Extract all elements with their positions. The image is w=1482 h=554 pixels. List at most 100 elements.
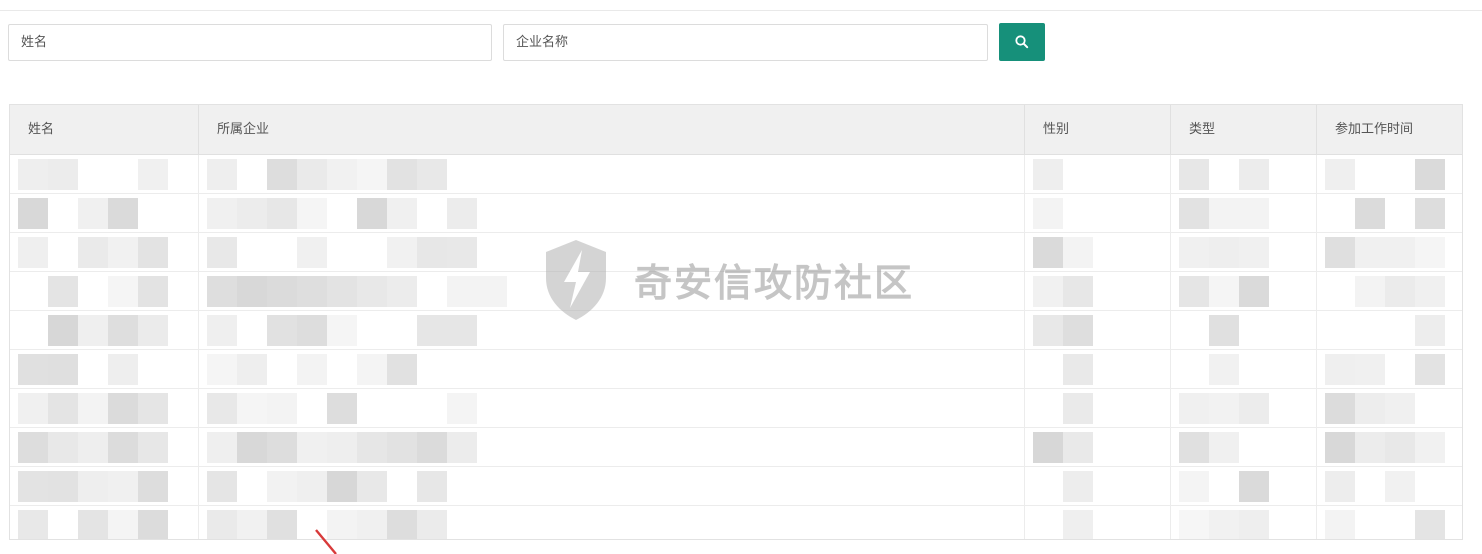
name-input[interactable] bbox=[8, 24, 492, 61]
redaction-block bbox=[1239, 471, 1269, 502]
redaction-block bbox=[108, 315, 138, 346]
redaction-block bbox=[387, 159, 417, 190]
table-cell-redacted bbox=[1171, 272, 1317, 311]
redaction-block bbox=[1033, 276, 1063, 307]
table-row[interactable] bbox=[10, 311, 1462, 350]
redaction-block bbox=[78, 471, 108, 502]
redaction-block bbox=[297, 276, 327, 307]
table-cell-redacted bbox=[199, 272, 1025, 311]
column-header-type[interactable]: 类型 bbox=[1171, 105, 1317, 155]
redaction-block bbox=[48, 471, 78, 502]
table-cell-redacted bbox=[1171, 428, 1317, 467]
table-row[interactable] bbox=[10, 155, 1462, 194]
table-cell-redacted bbox=[1171, 506, 1317, 539]
table-cell-redacted bbox=[1317, 155, 1462, 194]
company-name-input[interactable] bbox=[503, 24, 988, 61]
table-cell-redacted bbox=[1317, 467, 1462, 506]
table-cell-redacted bbox=[199, 155, 1025, 194]
redaction-block bbox=[78, 510, 108, 539]
redaction-block bbox=[297, 315, 327, 346]
table-row[interactable] bbox=[10, 428, 1462, 467]
table-cell-redacted bbox=[1171, 350, 1317, 389]
redaction-block bbox=[1033, 432, 1063, 463]
redaction-block bbox=[267, 393, 297, 424]
table-row[interactable] bbox=[10, 233, 1462, 272]
table-cell-redacted bbox=[199, 428, 1025, 467]
redaction-block bbox=[138, 393, 168, 424]
table-row[interactable] bbox=[10, 467, 1462, 506]
redaction-block bbox=[207, 393, 237, 424]
table-cell-redacted bbox=[1171, 311, 1317, 350]
table-cell-redacted bbox=[1025, 194, 1171, 233]
redaction-block bbox=[447, 393, 477, 424]
table-row[interactable] bbox=[10, 506, 1462, 539]
redaction-block bbox=[18, 471, 48, 502]
redaction-block bbox=[1033, 159, 1063, 190]
table-row[interactable] bbox=[10, 272, 1462, 311]
redaction-block bbox=[387, 510, 417, 539]
redaction-block bbox=[48, 354, 78, 385]
table-cell-redacted bbox=[1317, 506, 1462, 539]
column-header-work-start-date[interactable]: 参加工作时间 bbox=[1317, 105, 1462, 155]
redaction-block bbox=[1415, 510, 1445, 539]
redaction-block bbox=[1209, 393, 1239, 424]
redaction-block bbox=[108, 276, 138, 307]
redaction-block bbox=[207, 276, 237, 307]
column-header-name[interactable]: 姓名 bbox=[10, 105, 199, 155]
redaction-block bbox=[477, 276, 507, 307]
table-cell-redacted bbox=[199, 311, 1025, 350]
redaction-block bbox=[1063, 276, 1093, 307]
search-button[interactable] bbox=[999, 23, 1045, 61]
redaction-block bbox=[1415, 315, 1445, 346]
redaction-block bbox=[207, 237, 237, 268]
redaction-block bbox=[447, 315, 477, 346]
redaction-block bbox=[1179, 198, 1209, 229]
redaction-block bbox=[1239, 510, 1269, 539]
table-cell-redacted bbox=[10, 467, 199, 506]
redaction-block bbox=[138, 159, 168, 190]
table-cell-redacted bbox=[1317, 350, 1462, 389]
redaction-block bbox=[18, 354, 48, 385]
table-cell-redacted bbox=[10, 311, 199, 350]
redaction-block bbox=[207, 432, 237, 463]
redaction-block bbox=[207, 354, 237, 385]
redaction-block bbox=[417, 237, 447, 268]
redaction-block bbox=[1209, 237, 1239, 268]
redaction-block bbox=[1179, 432, 1209, 463]
redaction-block bbox=[207, 471, 237, 502]
redaction-block bbox=[327, 315, 357, 346]
redaction-block bbox=[48, 393, 78, 424]
table-cell-redacted bbox=[1025, 272, 1171, 311]
redaction-block bbox=[447, 237, 477, 268]
redaction-block bbox=[327, 471, 357, 502]
redaction-block bbox=[18, 237, 48, 268]
redaction-block bbox=[1325, 432, 1355, 463]
redaction-block bbox=[1325, 159, 1355, 190]
redaction-block bbox=[1385, 276, 1415, 307]
redaction-block bbox=[357, 432, 387, 463]
redaction-block bbox=[1325, 471, 1355, 502]
redaction-block bbox=[207, 159, 237, 190]
table-cell-redacted bbox=[1171, 389, 1317, 428]
redaction-block bbox=[1063, 432, 1093, 463]
redaction-block bbox=[108, 471, 138, 502]
redaction-block bbox=[78, 315, 108, 346]
table-row[interactable] bbox=[10, 350, 1462, 389]
redaction-block bbox=[108, 432, 138, 463]
table-row[interactable] bbox=[10, 389, 1462, 428]
redaction-block bbox=[297, 198, 327, 229]
redaction-block bbox=[1325, 510, 1355, 539]
table-row[interactable] bbox=[10, 194, 1462, 233]
redaction-block bbox=[417, 159, 447, 190]
redaction-block bbox=[48, 159, 78, 190]
table-cell-redacted bbox=[10, 272, 199, 311]
redaction-block bbox=[1033, 315, 1063, 346]
redaction-block bbox=[387, 432, 417, 463]
column-header-company[interactable]: 所属企业 bbox=[199, 105, 1025, 155]
table-header: 姓名 所属企业 性别 类型 参加工作时间 bbox=[10, 105, 1462, 155]
table-cell-redacted bbox=[1171, 194, 1317, 233]
redaction-block bbox=[417, 432, 447, 463]
table-cell-redacted bbox=[1025, 311, 1171, 350]
redaction-block bbox=[1355, 198, 1385, 229]
column-header-gender[interactable]: 性别 bbox=[1025, 105, 1171, 155]
